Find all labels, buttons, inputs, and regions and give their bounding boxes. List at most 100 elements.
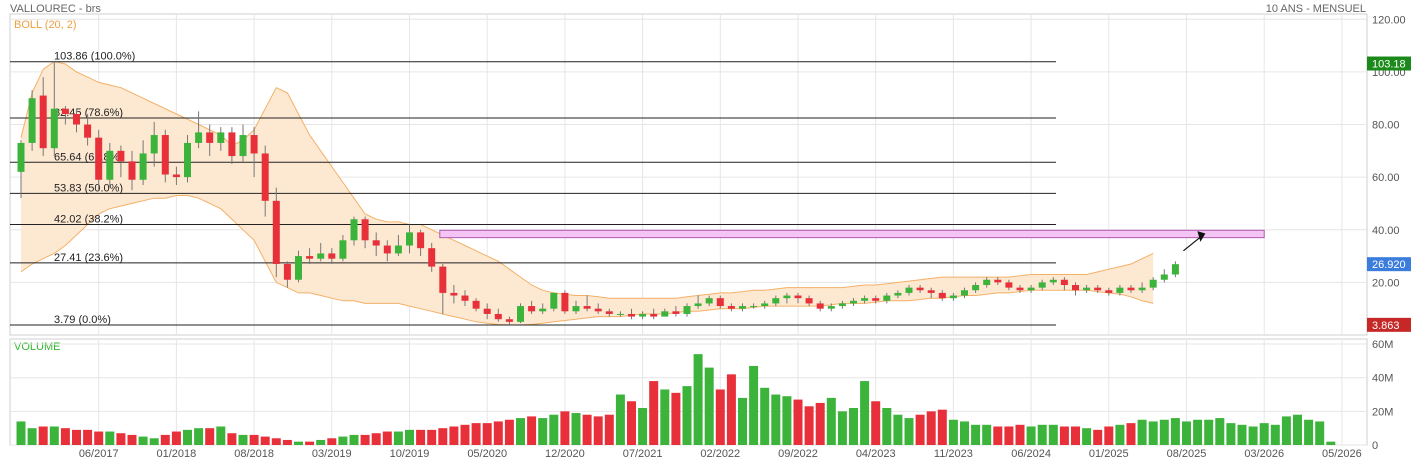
- candle-body: [217, 132, 225, 143]
- candle-body: [117, 150, 125, 162]
- volume-bar: [671, 392, 681, 445]
- time-tick-label: 06/2024: [1011, 448, 1051, 460]
- volume-bar: [726, 374, 736, 445]
- volume-bar: [183, 429, 192, 445]
- candle-body: [17, 142, 25, 172]
- volume-tick-label: 20M: [1372, 406, 1393, 418]
- volume-bar: [282, 439, 292, 445]
- candle-body: [150, 135, 158, 154]
- candle-body: [927, 290, 935, 293]
- volume-tick-label: 60M: [1372, 339, 1393, 351]
- volume-bar: [27, 428, 37, 445]
- candle-body: [128, 161, 136, 180]
- volume-bar: [249, 434, 259, 445]
- candle-body: [949, 295, 957, 299]
- volume-bar: [349, 434, 359, 445]
- volume-bar: [1093, 429, 1103, 445]
- volume-bar: [549, 414, 559, 445]
- price-tick-label: 80.00: [1372, 120, 1400, 132]
- volume-bar: [1071, 426, 1080, 445]
- candle-body: [450, 292, 458, 296]
- candle-body: [794, 295, 802, 299]
- candle-body: [517, 306, 524, 322]
- volume-bar: [271, 438, 281, 445]
- candle-body: [961, 290, 968, 296]
- volume-bar: [1159, 419, 1169, 445]
- volume-bar: [704, 367, 714, 445]
- volume-bar: [771, 394, 781, 445]
- candle-body: [805, 298, 813, 304]
- candle-body: [861, 298, 869, 301]
- candle-body: [184, 142, 191, 178]
- volume-tick-label: 40M: [1372, 373, 1393, 385]
- candle-body: [73, 113, 80, 125]
- volume-bar: [593, 416, 603, 445]
- candle-body: [539, 308, 547, 312]
- price-badge-label: 103.18: [1372, 59, 1406, 71]
- volume-bar: [715, 389, 725, 445]
- candle-body: [306, 256, 314, 259]
- candle-body: [694, 303, 702, 307]
- volume-bar: [604, 414, 614, 445]
- volume-bar: [38, 426, 48, 445]
- volume-bar: [815, 402, 825, 445]
- volume-bar: [1226, 423, 1236, 445]
- volume-bar: [238, 434, 248, 445]
- volume-bar: [1270, 424, 1280, 445]
- candle-body: [883, 295, 891, 301]
- volume-bar: [149, 438, 159, 445]
- volume-bar: [960, 421, 969, 445]
- candle-body: [661, 311, 669, 317]
- volume-bar: [971, 424, 981, 445]
- time-tick-label: 08/2018: [234, 448, 274, 460]
- volume-bar: [216, 426, 226, 445]
- volume-bar: [1104, 426, 1114, 445]
- candle-body: [317, 253, 325, 259]
- candle-body: [95, 137, 103, 180]
- candle-body: [1083, 287, 1091, 291]
- volume-bar: [460, 424, 470, 445]
- volume-bar: [1215, 418, 1225, 445]
- volume-bar: [837, 411, 847, 445]
- candle-body: [894, 292, 902, 296]
- fib-level-label: 42.02 (38.2%): [54, 213, 123, 225]
- volume-bar: [615, 394, 625, 445]
- candle-body: [206, 132, 214, 143]
- volume-bar: [371, 433, 381, 445]
- time-tick-label: 05/2026: [1322, 448, 1362, 460]
- candle-body: [683, 306, 691, 314]
- candle-body: [1016, 287, 1024, 291]
- candle-body: [594, 308, 602, 312]
- volume-bar: [826, 397, 836, 445]
- fib-level-label: 103.86 (100.0%): [54, 51, 135, 63]
- candle-body: [172, 174, 180, 178]
- volume-bar: [504, 419, 514, 445]
- candle-body: [727, 306, 735, 309]
- volume-bar: [538, 418, 548, 445]
- volume-bar: [649, 381, 659, 445]
- volume-bar: [993, 426, 1003, 445]
- volume-bar: [1037, 424, 1047, 445]
- candle-body: [328, 253, 336, 259]
- time-tick-label: 01/2025: [1089, 448, 1129, 460]
- stock-chart[interactable]: 120.00100.0080.0060.0040.0020.0060M40M20…: [0, 0, 1412, 464]
- candle-body: [705, 298, 713, 304]
- candle-body: [1027, 287, 1035, 291]
- candle-body: [739, 306, 746, 309]
- candle-body: [1049, 279, 1057, 283]
- candle-body: [195, 132, 203, 143]
- time-tick-label: 09/2022: [778, 448, 818, 460]
- volume-bar: [227, 433, 237, 445]
- volume-bar: [382, 431, 392, 445]
- volume-bar: [516, 418, 525, 445]
- time-tick-label: 06/2017: [79, 448, 119, 460]
- candle-body: [1160, 274, 1168, 280]
- candle-body: [916, 287, 924, 291]
- candle-body: [772, 298, 780, 304]
- candle-body: [383, 245, 391, 254]
- candle-body: [295, 256, 302, 280]
- candle-body: [1094, 287, 1102, 291]
- volume-bar: [60, 428, 70, 445]
- volume-bar: [205, 428, 215, 445]
- volume-bar: [926, 411, 936, 445]
